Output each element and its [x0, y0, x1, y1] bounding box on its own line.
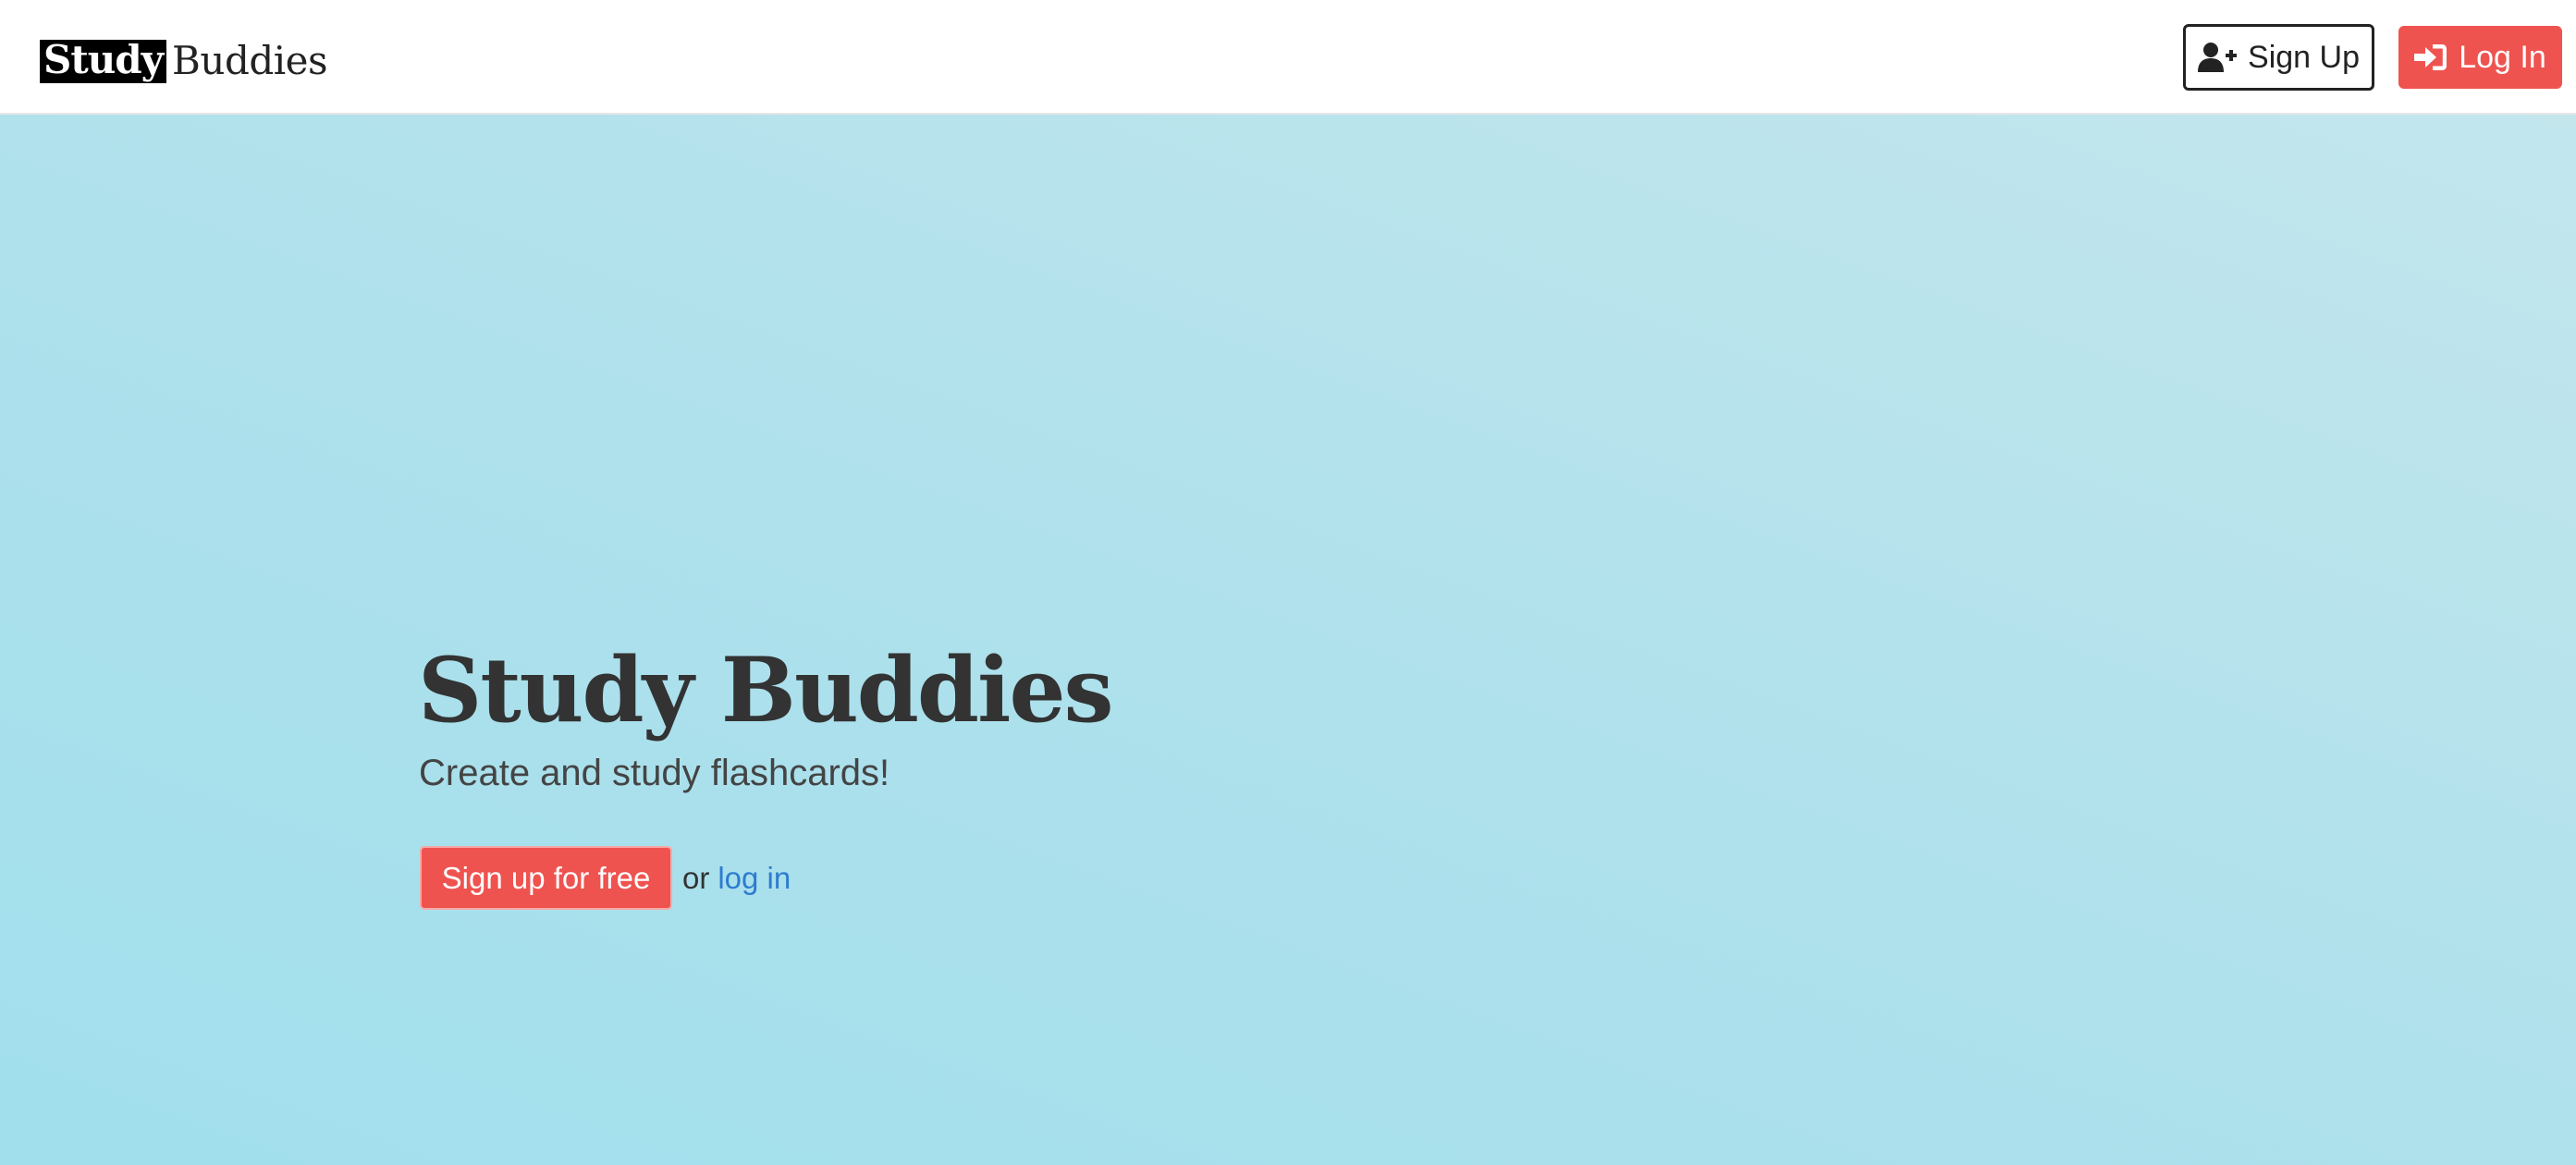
or-text: or: [682, 860, 710, 895]
sign-up-for-free-button[interactable]: Sign up for free: [420, 846, 672, 910]
log-in-link[interactable]: log in: [718, 861, 791, 896]
sign-in-icon: [2414, 43, 2447, 72]
user-plus-icon: [2198, 42, 2238, 73]
brand-logo[interactable]: Study Buddies: [40, 38, 328, 83]
brand-buddies: Buddies: [172, 38, 328, 83]
log-in-button[interactable]: Log In: [2398, 26, 2562, 89]
brand-study: Study: [40, 39, 167, 83]
hero-subtitle: Create and study flashcards!: [419, 753, 890, 793]
cta-row: Sign up for free or log in: [420, 846, 791, 910]
sign-up-button[interactable]: Sign Up: [2183, 24, 2374, 91]
navbar: Study Buddies Sign Up Log In: [0, 0, 2576, 115]
hero-title: Study Buddies: [418, 638, 1114, 742]
log-in-label: Log In: [2459, 39, 2546, 75]
sign-up-label: Sign Up: [2248, 39, 2360, 75]
hero-section: Study Buddies Create and study flashcard…: [0, 115, 2576, 1165]
